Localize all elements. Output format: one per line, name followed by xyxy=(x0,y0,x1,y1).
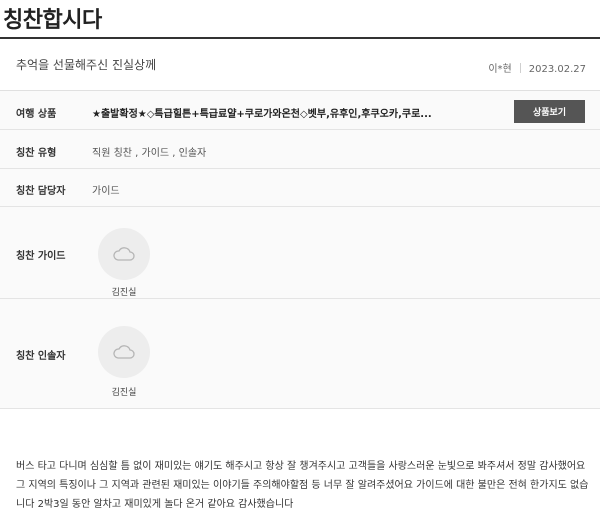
leader-avatar xyxy=(98,326,150,378)
page-title: 칭찬합시다 xyxy=(3,8,102,33)
praise-manager-label: 칭찬 담당자 xyxy=(16,186,66,197)
guide-avatar xyxy=(98,228,150,280)
row-praise-leader: 칭찬 인솔자 김진실 xyxy=(0,299,600,409)
travel-product-label: 여행 상품 xyxy=(16,109,57,120)
praise-info-table: 여행 상품 ★출발확정★◇특급힐튼+특급료얄+쿠로가와온천◇벳부,유후인,후쿠오… xyxy=(0,91,600,409)
leader-name: 김진실 xyxy=(111,388,137,398)
praise-type-value: 직원 칭찬 , 가이드 , 인솔자 xyxy=(92,148,207,159)
post-subject: 추억을 선물해주신 진실상께 xyxy=(16,58,157,72)
praise-guide-label: 칭찬 가이드 xyxy=(16,251,66,262)
post-header: 추억을 선물해주신 진실상께 이*현 2023.02.27 xyxy=(0,39,600,91)
post-author: 이*현 xyxy=(488,64,512,75)
row-praise-guide: 칭찬 가이드 김진실 xyxy=(0,207,600,299)
post-content: 버스 타고 다니며 심심할 틈 없이 재미있는 얘기도 해주시고 항상 잘 챙겨… xyxy=(16,461,589,510)
travel-product-value: ★출발확정★◇특급힐튼+특급료얄+쿠로가와온천◇벳부,유후인,후쿠오카,쿠로..… xyxy=(92,109,432,120)
row-praise-manager: 칭찬 담당자 가이드 xyxy=(0,169,600,207)
praise-manager-value: 가이드 xyxy=(92,186,120,197)
post-date: 2023.02.27 xyxy=(528,64,586,75)
praise-leader-label: 칭찬 인솔자 xyxy=(16,351,66,362)
guide-name: 김진실 xyxy=(111,288,137,298)
row-travel-product: 여행 상품 ★출발확정★◇특급힐튼+특급료얄+쿠로가와온천◇벳부,유후인,후쿠오… xyxy=(0,91,600,130)
row-praise-type: 칭찬 유형 직원 칭찬 , 가이드 , 인솔자 xyxy=(0,130,600,169)
cloud-icon xyxy=(113,247,135,261)
praise-type-label: 칭찬 유형 xyxy=(16,148,57,159)
meta-separator xyxy=(519,63,521,73)
post-meta: 이*현 2023.02.27 xyxy=(488,60,586,75)
view-product-button[interactable]: 상품보기 xyxy=(514,100,585,123)
cloud-icon xyxy=(113,345,135,359)
